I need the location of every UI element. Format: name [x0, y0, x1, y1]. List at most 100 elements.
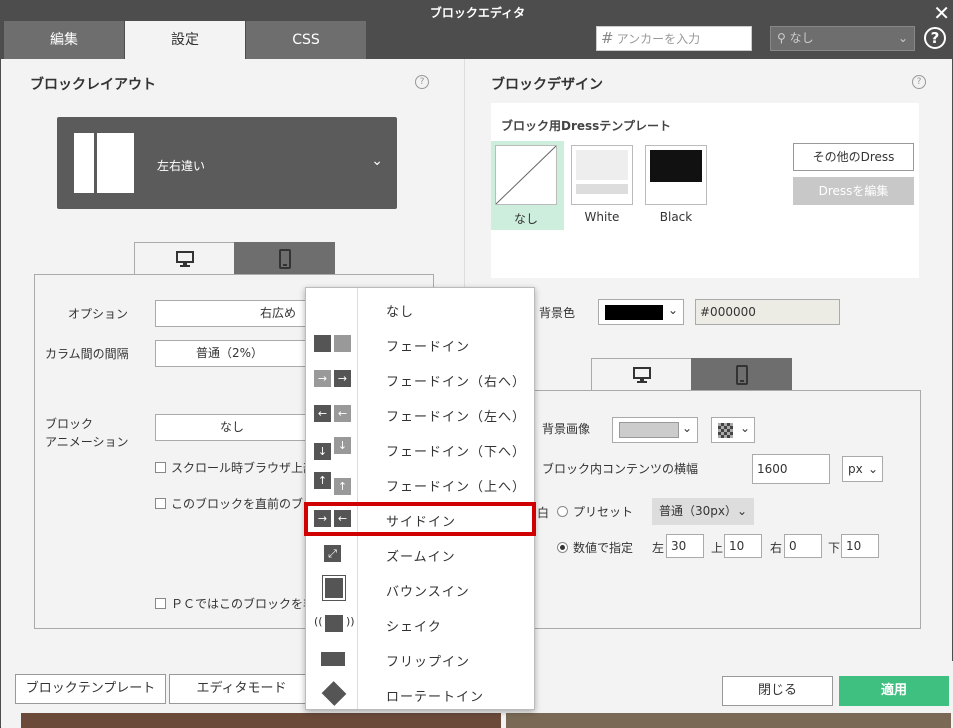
bottom-margin-input[interactable]: 10 [841, 534, 879, 558]
bg-color-label: 背景色 [539, 306, 576, 320]
menu-item-fade-right[interactable]: → → フェードイン（右へ） [306, 361, 534, 396]
animation-label-2: アニメーション [45, 435, 129, 449]
dress-thumb-white[interactable] [571, 145, 633, 205]
tab-mobile-design[interactable] [691, 358, 792, 390]
tab-settings[interactable]: 設定 [125, 21, 245, 59]
radio-button [557, 506, 568, 517]
menu-item-label: シェイク [386, 620, 442, 635]
menu-item-label: フェードイン（上へ） [386, 480, 527, 495]
bg-pattern-picker[interactable]: ⌄ [711, 417, 755, 443]
animation-label-1: ブロック [45, 417, 94, 431]
chevron-down-icon: ⌄ [897, 31, 908, 45]
layout-right-column-icon [97, 133, 134, 193]
anchor-input[interactable]: # アンカーを入力 [596, 26, 752, 51]
menu-item-fade-left[interactable]: ← ← フェードイン（左へ） [306, 396, 534, 431]
menu-item-fade-down[interactable]: ↓ ↓ フェードイン（下へ） [306, 431, 534, 466]
smartphone-icon [735, 365, 748, 385]
animation-select[interactable]: なし [155, 414, 315, 441]
tab-edit[interactable]: 編集 [4, 21, 124, 59]
black-thumb-preview [650, 150, 702, 182]
prev-block-checkbox-label: このブロックを直前のブ [171, 497, 304, 511]
anchor-target-dropdown[interactable]: ⚲ なし ⌄ [770, 26, 915, 51]
menu-item-none[interactable]: なし [306, 291, 534, 326]
dress-label-none: なし [513, 212, 538, 226]
background-photo-strip [21, 713, 501, 728]
top-margin-input[interactable]: 10 [724, 534, 762, 558]
scroll-checkbox[interactable]: スクロール時ブラウザ上部 [155, 459, 315, 476]
tab-desktop-design[interactable] [591, 358, 692, 391]
menu-item-fade-in[interactable]: フェードイン [306, 326, 534, 361]
bounce-in-icon [314, 575, 352, 601]
menu-item-bounce-in[interactable]: バウンスイン [306, 571, 534, 606]
white-thumb-preview [576, 150, 628, 180]
layout-name: 左右違い [157, 159, 206, 173]
block-template-button[interactable]: ブロックテンプレート [15, 674, 166, 704]
menu-item-flip-in[interactable]: フリップイン [306, 641, 534, 676]
menu-item-rotate-in[interactable]: ローテートイン [306, 676, 534, 711]
option-label: オプション [68, 307, 129, 321]
menu-item-zoom-in[interactable]: ⤢ ズームイン [306, 536, 534, 571]
layout-selector[interactable]: 左右違い ⌄ [57, 117, 397, 209]
white-thumb-row [576, 184, 628, 194]
dress-label-white: White [584, 210, 620, 224]
menu-item-fade-up[interactable]: ↑ ↑ フェードイン（上へ） [306, 466, 534, 501]
fade-in-icon [314, 335, 352, 353]
custom-radio-label: 数値で指定 [573, 541, 634, 555]
preset-select[interactable]: 普通（30px） ⌄ [652, 498, 754, 525]
menu-item-shake[interactable]: (()) シェイク [306, 606, 534, 641]
left-margin-input[interactable]: 30 [666, 534, 704, 558]
help-icon[interactable]: ? [924, 27, 946, 49]
custom-radio[interactable]: 数値で指定 [557, 539, 633, 556]
block-design-title: ブロックデザイン [491, 77, 603, 93]
image-swatch [619, 422, 679, 438]
editor-mode-button[interactable]: エディタモード [169, 674, 314, 704]
tab-mobile[interactable] [234, 242, 335, 274]
other-dress-button[interactable]: その他のDress [793, 143, 914, 171]
dress-thumb-black[interactable] [645, 145, 707, 205]
question-icon[interactable]: ? [415, 75, 429, 89]
checker-pattern-icon [718, 423, 733, 438]
edit-dress-button[interactable]: Dressを編集 [793, 177, 914, 205]
zoom-in-icon: ⤢ [314, 545, 352, 563]
flip-in-icon [314, 650, 352, 668]
content-width-input[interactable]: 1600 [752, 454, 830, 484]
unit-select[interactable]: px ⌄ [842, 456, 883, 482]
dress-thumb-none[interactable] [495, 145, 557, 205]
bg-image-picker[interactable]: ⌄ [612, 417, 698, 443]
title-bar: ブロックエディタ ✕ 編集 設定 CSS # アンカーを入力 ⚲ なし ⌄ ? [1, 1, 953, 59]
pc-hide-checkbox[interactable]: ＰＣではこのブロックを非 [155, 595, 315, 612]
column-gap-label: カラム間の間隔 [45, 347, 129, 361]
scroll-checkbox-label: スクロール時ブラウザ上部 [171, 461, 316, 475]
menu-item-label: フェードイン（下へ） [386, 445, 527, 460]
chevron-down-icon: ⌄ [736, 504, 747, 518]
checkbox-box [155, 498, 166, 509]
dress-title: ブロック用Dressテンプレート [501, 119, 671, 133]
close-button[interactable]: 閉じる [722, 676, 833, 706]
bg-color-picker[interactable]: ⌄ [598, 299, 684, 325]
tab-desktop[interactable] [134, 242, 235, 275]
menu-item-label: フェードイン [386, 340, 471, 355]
menu-item-label: ズームイン [386, 550, 456, 565]
menu-item-label: フリップイン [386, 655, 471, 670]
menu-item-label: なし [386, 305, 415, 320]
close-icon[interactable]: ✕ [933, 3, 950, 23]
apply-button[interactable]: 適用 [839, 676, 949, 706]
shake-icon: (()) [314, 615, 355, 633]
option-select[interactable]: 右広め [155, 300, 315, 327]
tab-css[interactable]: CSS [246, 21, 366, 59]
fade-down-icon: ↓ ↓ [314, 437, 352, 460]
column-gap-select[interactable]: 普通（2%） [155, 340, 315, 367]
preset-radio-label: プリセット [573, 505, 634, 519]
menu-item-label: ローテートイン [386, 690, 485, 705]
chevron-down-icon: ⌄ [681, 421, 692, 435]
question-icon[interactable]: ? [912, 75, 926, 89]
fade-right-icon: → → [314, 370, 352, 388]
no-dress-slash-icon [495, 145, 557, 205]
prev-block-checkbox[interactable]: このブロックを直前のブ [155, 495, 303, 512]
radio-button [557, 542, 568, 553]
person-icon: ⚲ [777, 31, 790, 45]
chevron-down-icon: ⌄ [667, 303, 678, 317]
right-margin-input[interactable]: 0 [784, 534, 822, 558]
bg-color-input[interactable]: #000000 [695, 299, 840, 325]
preset-radio[interactable]: プリセット [557, 503, 633, 520]
